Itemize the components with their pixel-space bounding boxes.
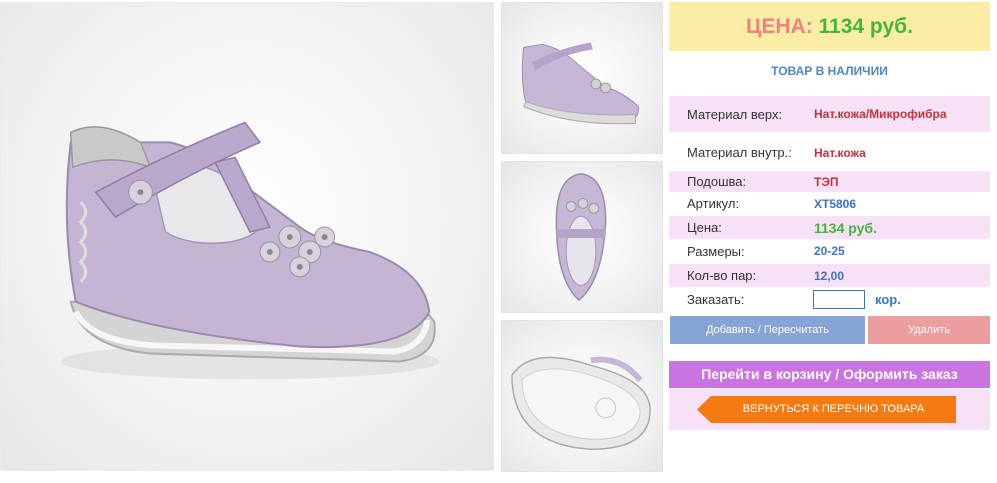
product-main-image[interactable] xyxy=(0,2,494,471)
add-recalculate-button[interactable]: Добавить / Пересчитать xyxy=(670,316,865,344)
spec-value: 12,00 xyxy=(814,268,845,283)
spec-row-sizes: Размеры: 20-25 xyxy=(669,240,990,262)
back-button-container: ВЕРНУТЬСЯ К ПЕРЕЧНЮ ТОВАРА xyxy=(669,389,990,430)
spec-label: Материал внутр.: xyxy=(687,145,792,160)
thumbnail-sole[interactable] xyxy=(501,320,663,472)
back-to-list-button[interactable]: ВЕРНУТЬСЯ К ПЕРЕЧНЮ ТОВАРА xyxy=(697,396,956,423)
shoe-sole-thumb-icon xyxy=(511,356,651,451)
delete-button[interactable]: Удалить xyxy=(868,316,990,344)
spec-label: Материал верх: xyxy=(687,106,783,122)
spec-row-article: Артикул: ХТ5806 xyxy=(669,193,990,214)
spec-value: Нат.кожа xyxy=(814,145,866,160)
stock-status: ТОВАР В НАЛИЧИИ xyxy=(771,64,888,78)
spec-row-price: Цена: 1134 руб. xyxy=(669,216,990,239)
go-to-cart-button[interactable]: Перейти в корзину / Оформить заказ xyxy=(669,361,990,388)
spec-label: Кол-во пар: xyxy=(687,268,757,283)
spec-row-material-top: Материал верх: Нат.кожа/Микрофибра xyxy=(669,96,990,132)
spec-row-pairs: Кол-во пар: 12,00 xyxy=(669,264,990,287)
price-label: ЦЕНА: xyxy=(746,15,813,38)
spec-label: Артикул: xyxy=(687,196,740,211)
spec-value: 20-25 xyxy=(814,244,845,258)
spec-label: Размеры: xyxy=(687,243,745,259)
spec-value: Нат.кожа/Микрофибра xyxy=(814,107,947,121)
order-unit: кор. xyxy=(875,291,901,307)
thumbnail-top[interactable] xyxy=(501,161,663,313)
shoe-top-thumb-icon xyxy=(555,173,607,302)
spec-value: ТЭП xyxy=(814,174,839,189)
spec-row-material-inner: Материал внутр.: Нат.кожа xyxy=(669,135,990,170)
order-label: Заказать: xyxy=(687,291,745,307)
price-value: 1134 руб. xyxy=(818,15,913,38)
spec-value: ХТ5806 xyxy=(814,196,857,211)
order-quantity-input[interactable] xyxy=(813,289,865,309)
spec-label: Цена: xyxy=(687,220,722,235)
thumbnail-side[interactable] xyxy=(501,2,663,154)
spec-label: Подошва: xyxy=(687,174,747,189)
spec-row-sole: Подошва: ТЭП xyxy=(669,171,990,192)
price-box: ЦЕНА: 1134 руб. xyxy=(669,2,990,51)
order-row: Заказать: кор. xyxy=(669,288,990,310)
spec-value: 1134 руб. xyxy=(814,219,877,236)
shoe-side-thumb-icon xyxy=(521,42,639,125)
shoe-side-photo-icon xyxy=(60,121,440,380)
